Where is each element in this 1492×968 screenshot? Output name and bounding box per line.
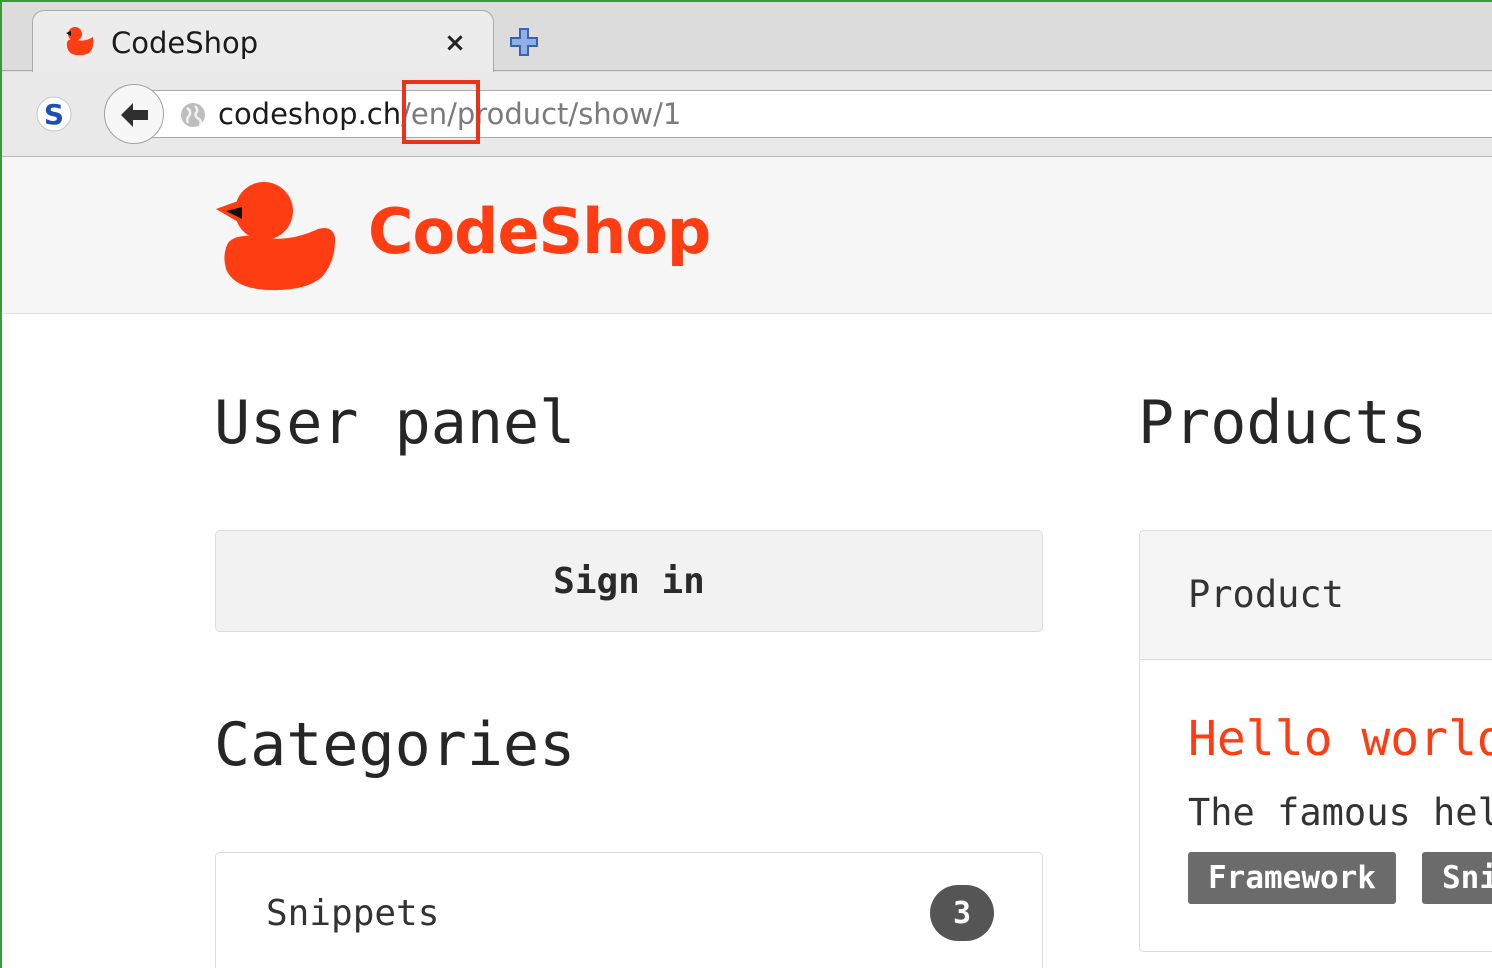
browser-toolbar: S codeshop.ch/en/product/show/1 (2, 72, 1492, 156)
duck-logo-icon[interactable] (214, 179, 338, 291)
user-panel-heading: User panel (214, 388, 576, 458)
back-button[interactable] (104, 84, 164, 144)
tag-framework[interactable]: Framework (1188, 852, 1396, 904)
url-host: codeshop.ch (218, 97, 402, 131)
product-card-header-label: Product (1188, 573, 1344, 616)
globe-icon (181, 103, 205, 127)
browser-chrome: CodeShop × S codeshop.ch/en/product/show… (2, 2, 1492, 157)
products-heading: Products (1138, 388, 1427, 458)
close-icon[interactable]: × (437, 25, 473, 61)
tab-title: CodeShop (111, 26, 259, 60)
browser-window: CodeShop × S codeshop.ch/en/product/show… (0, 0, 1492, 968)
svg-text:S: S (44, 98, 64, 131)
categories-heading: Categories (214, 710, 576, 780)
tab-strip: CodeShop × (2, 2, 1492, 73)
brand-name[interactable]: CodeShop (368, 195, 711, 268)
browser-tab[interactable]: CodeShop × (32, 10, 494, 73)
site-header: CodeShop (2, 157, 1492, 314)
tag-snippets[interactable]: Snippets (1422, 852, 1492, 904)
count-badge: 3 (930, 885, 994, 941)
product-description: The famous hello (1188, 791, 1492, 834)
category-name[interactable]: Snippets (266, 893, 439, 934)
address-bar[interactable]: codeshop.ch/en/product/show/1 (142, 90, 1492, 138)
duck-favicon-icon (66, 27, 94, 56)
back-arrow-icon (121, 103, 148, 127)
product-card: Product Hello world The famous hello Fra… (1139, 530, 1492, 952)
sign-in-button[interactable]: Sign in (215, 530, 1043, 632)
url-highlight-annotation (402, 80, 480, 144)
new-tab-icon[interactable] (508, 26, 540, 58)
extension-s-icon[interactable]: S (34, 94, 74, 134)
product-title[interactable]: Hello world (1188, 711, 1492, 767)
product-card-header: Product (1140, 531, 1492, 660)
categories-list: Snippets 3 (215, 852, 1043, 968)
